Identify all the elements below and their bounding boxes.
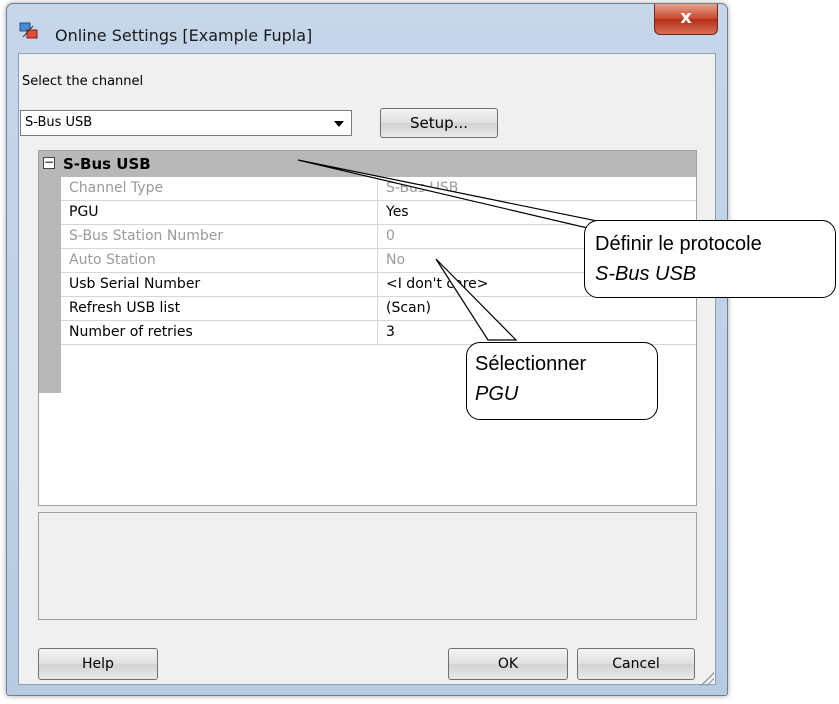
property-name: PGU xyxy=(69,204,99,220)
network-settings-icon xyxy=(19,22,38,39)
help-button[interactable]: Help xyxy=(38,648,158,680)
collapse-icon[interactable]: − xyxy=(43,156,55,169)
protocol-callout-name: S-Bus USB xyxy=(595,263,697,285)
property-value[interactable]: 3 xyxy=(377,321,697,344)
property-value[interactable]: (Scan) xyxy=(377,297,697,320)
property-name: S-Bus Station Number xyxy=(69,228,224,244)
window-title: Online Settings [Example Fupla] xyxy=(55,26,313,45)
property-grid-gutter xyxy=(39,177,61,393)
cancel-button[interactable]: Cancel xyxy=(577,648,695,680)
property-name: Usb Serial Number xyxy=(69,276,201,292)
property-name: Number of retries xyxy=(69,324,193,340)
property-row-refresh-usb[interactable]: Refresh USB list (Scan) xyxy=(61,297,696,321)
setup-button[interactable]: Setup... xyxy=(380,108,498,138)
property-name: Auto Station xyxy=(69,252,156,268)
property-description-panel xyxy=(38,512,697,620)
protocol-callout-text: Définir le protocole xyxy=(595,233,762,255)
title-bar[interactable]: Online Settings [Example Fupla] x xyxy=(7,4,727,54)
pgu-callout: Sélectionner PGU xyxy=(466,342,658,420)
resize-grip-icon[interactable] xyxy=(700,672,714,686)
select-channel-label: Select the channel xyxy=(22,74,144,89)
ok-button[interactable]: OK xyxy=(448,648,568,680)
channel-dropdown-value: S-Bus USB xyxy=(25,115,93,130)
close-icon: x xyxy=(680,7,692,28)
property-group-header[interactable]: − S-Bus USB xyxy=(39,151,696,177)
property-value: S-Bus USB xyxy=(377,177,697,200)
protocol-callout: Définir le protocole S-Bus USB xyxy=(584,220,836,298)
close-button[interactable]: x xyxy=(654,4,718,35)
pgu-callout-text: Sélectionner xyxy=(475,353,587,375)
property-grid: − S-Bus USB Channel Type S-Bus USB PGU Y… xyxy=(38,150,697,506)
property-group-title: S-Bus USB xyxy=(63,155,151,173)
property-name: Refresh USB list xyxy=(69,300,181,316)
pgu-callout-name: PGU xyxy=(475,383,519,405)
chevron-down-icon xyxy=(334,121,344,127)
channel-dropdown[interactable]: S-Bus USB xyxy=(20,110,352,136)
property-row-channel-type[interactable]: Channel Type S-Bus USB xyxy=(61,177,696,201)
property-name: Channel Type xyxy=(69,180,164,196)
